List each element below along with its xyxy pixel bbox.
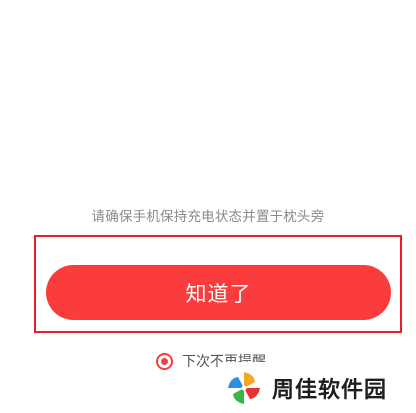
dialog-page: 请确保手机保持充电状态并置于枕头旁 知道了 下次不再提醒 周佳软件园 (0, 0, 416, 413)
watermark-text: 周佳软件园 (272, 377, 388, 403)
radio-selected-dot (161, 357, 168, 365)
pinwheel-logo-icon (228, 371, 260, 404)
site-watermark: 周佳软件园 (218, 362, 416, 413)
radio-button[interactable] (156, 352, 173, 370)
charging-hint-text: 请确保手机保持充电状态并置于枕头旁 (91, 209, 325, 225)
got-it-button[interactable]: 知道了 (46, 265, 391, 320)
